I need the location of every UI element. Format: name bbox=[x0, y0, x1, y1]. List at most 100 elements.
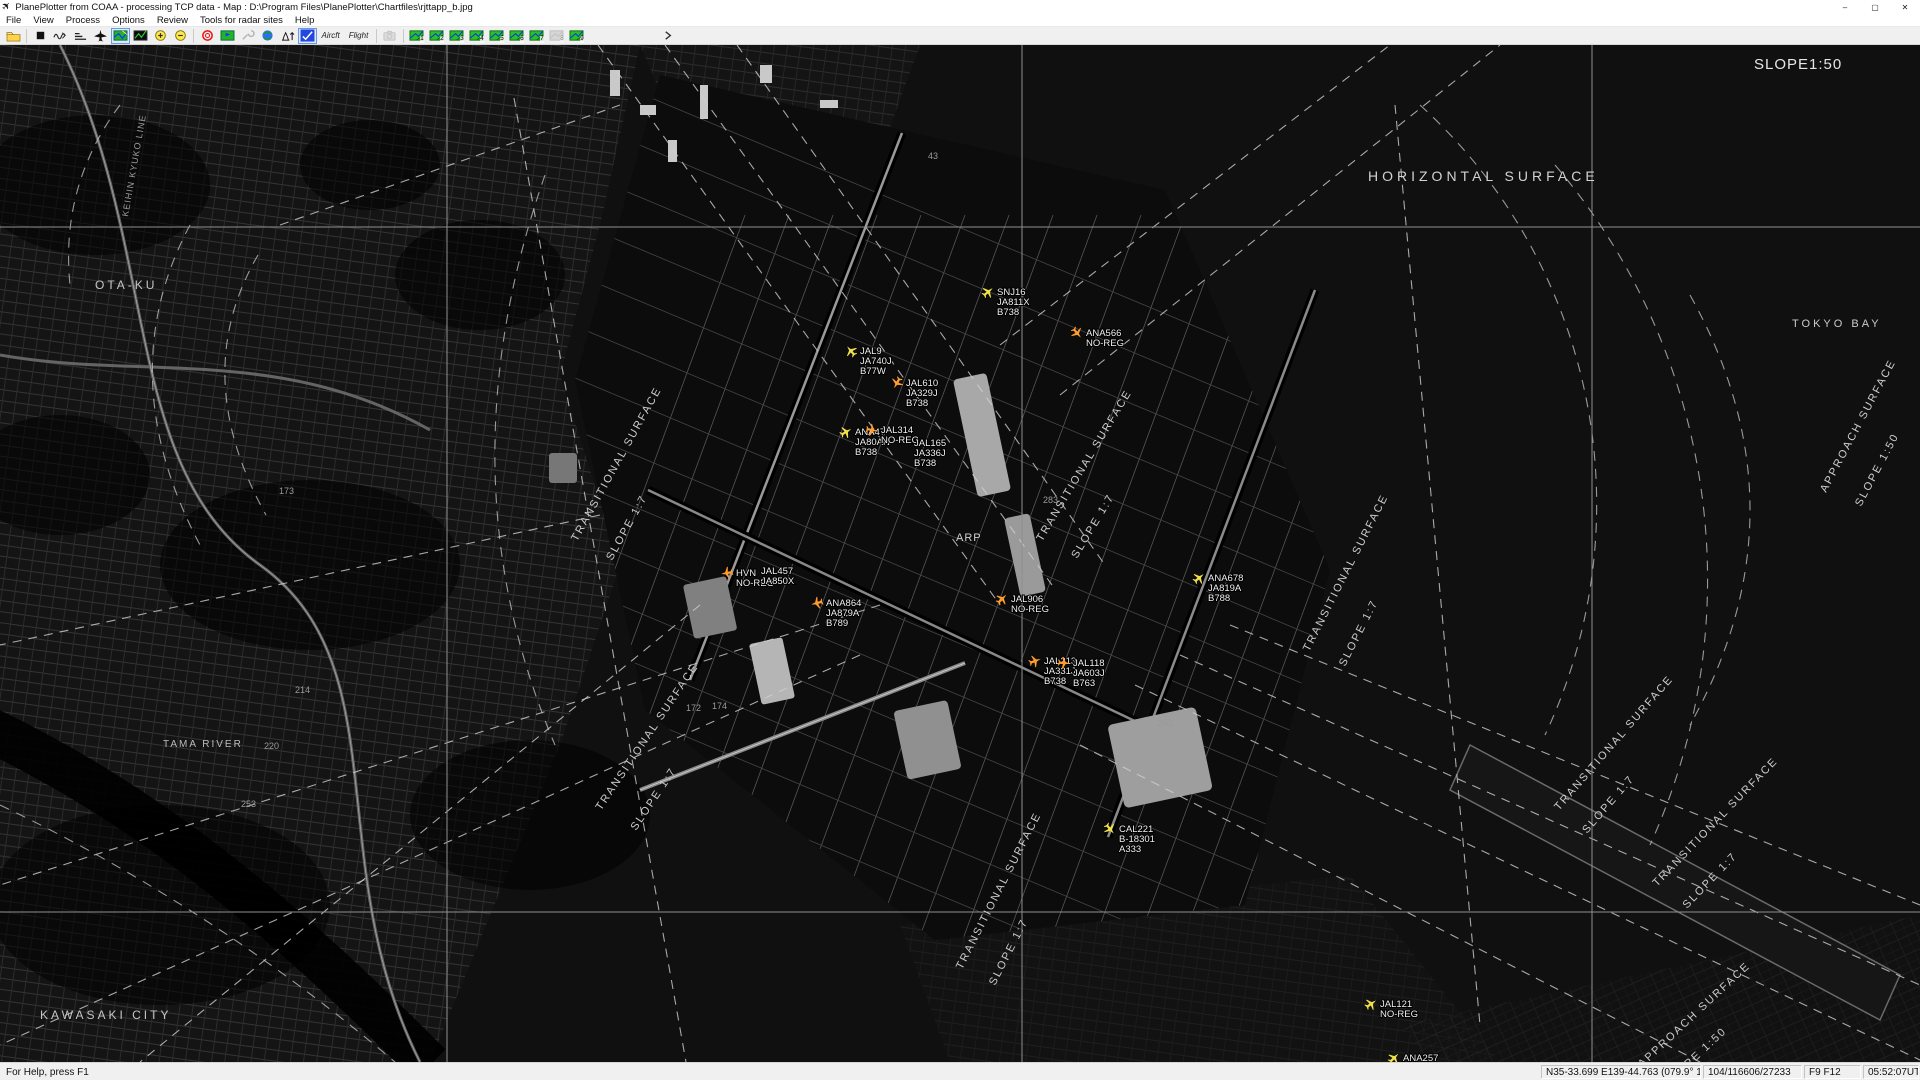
menu-file[interactable]: File bbox=[0, 14, 27, 27]
map-label: TAMA RIVER bbox=[163, 739, 243, 750]
map-dark-icon bbox=[133, 29, 148, 42]
aircraft-label-line: JA850X bbox=[761, 576, 795, 587]
map-base bbox=[0, 45, 1920, 1062]
aircraft-marker-jal457[interactable]: JAL457JA850X bbox=[761, 566, 795, 587]
map-label: ARP bbox=[956, 532, 982, 544]
status-message-counts: 104/116606/27233 bbox=[1703, 1065, 1802, 1079]
chart-number: 9 bbox=[580, 36, 585, 43]
chart-number: 1 bbox=[420, 36, 425, 43]
spot-elevation: 220 bbox=[264, 741, 279, 751]
flight-label-button[interactable]: Flight bbox=[345, 28, 373, 44]
folder-icon bbox=[6, 29, 21, 42]
flag-button[interactable] bbox=[218, 28, 237, 44]
aircraft-label-line: B789 bbox=[826, 618, 848, 629]
edit-button[interactable] bbox=[298, 28, 317, 44]
chart-4-button[interactable]: 4 bbox=[467, 28, 486, 44]
toolbar-separator bbox=[193, 29, 194, 43]
map-area: SLOPE1:50HORIZONTAL SURFACETOKYO BAYOTA-… bbox=[0, 45, 1920, 1062]
spot-elevation: 172 bbox=[686, 703, 701, 713]
aircraft-label-line: B738 bbox=[914, 458, 936, 469]
aircraft-view-button[interactable] bbox=[91, 28, 110, 44]
status-utc-time: 05:52:07UTC bbox=[1863, 1065, 1919, 1079]
close-button[interactable]: ✕ bbox=[1890, 0, 1920, 14]
camera-icon bbox=[382, 29, 397, 42]
chart-3-button[interactable]: 3 bbox=[447, 28, 466, 44]
globe-icon bbox=[260, 29, 275, 42]
levels-icon bbox=[73, 29, 88, 42]
flight-label-button-label: Flight bbox=[349, 31, 369, 40]
spot-elevation: 43 bbox=[928, 151, 938, 161]
status-help-text: For Help, press F1 bbox=[1, 1065, 1539, 1079]
chart-6-button[interactable]: 6 bbox=[507, 28, 526, 44]
aircraft-label-line: NO-REG bbox=[1011, 604, 1049, 615]
levels-button[interactable] bbox=[71, 28, 90, 44]
spot-elevation: 173 bbox=[279, 486, 294, 496]
window-controls: – ▢ ✕ bbox=[1830, 0, 1920, 14]
chevron-right-icon bbox=[661, 29, 676, 42]
menu-bar: FileViewProcessOptionsReviewTools for ra… bbox=[0, 14, 1920, 27]
app-airplane-icon: ✈ bbox=[0, 0, 14, 14]
aircraft-label-line: NO-REG bbox=[1380, 1009, 1418, 1020]
map-label: OTA-KU bbox=[95, 278, 157, 292]
zoom-in-button[interactable] bbox=[151, 28, 170, 44]
maximize-button[interactable]: ▢ bbox=[1860, 0, 1890, 14]
menu-options[interactable]: Options bbox=[106, 14, 151, 27]
aircraft-label-button[interactable]: Aircft bbox=[318, 28, 344, 44]
aircraft-label-line: ANA257 bbox=[1403, 1053, 1438, 1062]
menu-help[interactable]: Help bbox=[289, 14, 321, 27]
spot-elevation: 283 bbox=[1043, 495, 1058, 505]
spot-elevation: 214 bbox=[295, 685, 310, 695]
aircraft-label-line: B77W bbox=[860, 366, 886, 377]
chart-1-button[interactable]: 1 bbox=[407, 28, 426, 44]
zoom-in-icon bbox=[153, 29, 168, 42]
globe-button[interactable] bbox=[258, 28, 277, 44]
map-dark-button[interactable] bbox=[131, 28, 150, 44]
status-bar: For Help, press F1 N35-33.699 E139-44.76… bbox=[0, 1062, 1920, 1080]
tools-icon bbox=[240, 29, 255, 42]
aircraft-label-line: B738 bbox=[855, 447, 877, 458]
toolbar-overflow-button[interactable] bbox=[659, 28, 678, 44]
map-color-icon bbox=[113, 29, 128, 42]
open-file-button[interactable] bbox=[4, 28, 23, 44]
aircraft-label-line: B763 bbox=[1073, 678, 1095, 689]
toolbar-separator bbox=[376, 29, 377, 43]
menu-process[interactable]: Process bbox=[60, 14, 106, 27]
menu-view[interactable]: View bbox=[27, 14, 59, 27]
map-up-button[interactable] bbox=[278, 28, 297, 44]
chart-9-button[interactable]: 9 bbox=[567, 28, 586, 44]
chart-7-button[interactable]: 7 bbox=[527, 28, 546, 44]
zoom-out-button[interactable] bbox=[171, 28, 190, 44]
chart-number: 7 bbox=[540, 36, 545, 43]
map-label: SLOPE1:50 bbox=[1754, 56, 1842, 73]
aircraft-label-line: A333 bbox=[1119, 844, 1141, 855]
camera-button[interactable] bbox=[380, 28, 399, 44]
chart-number: 3 bbox=[460, 36, 465, 43]
chart-2-button[interactable]: 2 bbox=[427, 28, 446, 44]
chart-number: 6 bbox=[520, 36, 525, 43]
pencil-check-icon bbox=[300, 29, 315, 42]
chart-number: 4 bbox=[480, 36, 485, 43]
chart-8-button[interactable]: 8 bbox=[547, 28, 566, 44]
spot-elevation: 253 bbox=[241, 799, 256, 809]
map-window-button[interactable] bbox=[111, 28, 130, 44]
map-label: HORIZONTAL SURFACE bbox=[1368, 168, 1599, 184]
menu-review[interactable]: Review bbox=[151, 14, 194, 27]
signal-button[interactable] bbox=[51, 28, 70, 44]
chart-5-button[interactable]: 5 bbox=[487, 28, 506, 44]
menu-tools-for-radar-sites[interactable]: Tools for radar sites bbox=[194, 14, 289, 27]
chart-number: 8 bbox=[560, 36, 565, 43]
minimize-button[interactable]: – bbox=[1830, 0, 1860, 14]
aircraft-icon bbox=[93, 29, 108, 42]
chart-number: 5 bbox=[500, 36, 505, 43]
tools-button[interactable] bbox=[238, 28, 257, 44]
stop-icon bbox=[33, 29, 48, 42]
aircraft-label-line: B788 bbox=[1208, 593, 1230, 604]
map-canvas[interactable]: SLOPE1:50HORIZONTAL SURFACETOKYO BAYOTA-… bbox=[0, 45, 1920, 1062]
stop-button[interactable] bbox=[31, 28, 50, 44]
spot-elevation: 174 bbox=[712, 701, 727, 711]
title-bar: ✈ PlanePlotter from COAA - processing TC… bbox=[0, 0, 1920, 14]
no-entry-icon bbox=[200, 29, 215, 42]
record-button[interactable] bbox=[198, 28, 217, 44]
aircraft-label-line: B738 bbox=[906, 398, 928, 409]
map-label: KAWASAKI CITY bbox=[40, 1008, 171, 1022]
